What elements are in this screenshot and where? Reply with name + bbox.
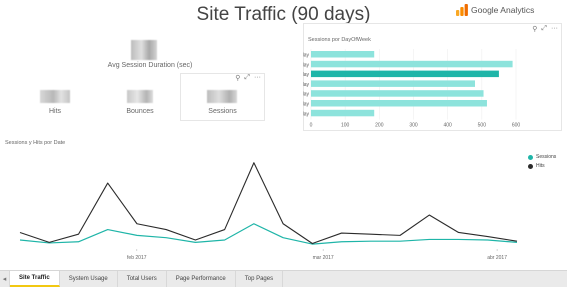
report-tab-bar: ◂ Site Traffic System Usage Total Users …: [0, 270, 567, 287]
bar-x-tick-label: 0: [310, 123, 313, 129]
bar-x-tick-label: 600: [512, 123, 521, 129]
bounces-label: Bounces: [126, 108, 154, 115]
tab-scroll-left-button[interactable]: ◂: [0, 271, 10, 287]
bar-x-tick-label: 200: [375, 123, 384, 129]
pin-icon[interactable]: ⚲: [235, 74, 240, 82]
line-series-hits: [19, 162, 518, 245]
tab-top-pages[interactable]: Top Pages: [236, 271, 284, 287]
bar-tuesday: [311, 70, 499, 78]
line-chart-legend: Sessions Hits: [528, 154, 556, 172]
sessions-value: [207, 90, 237, 103]
sessions-legend-marker: [528, 154, 533, 160]
x-tick-label: feb 2017: [127, 255, 147, 261]
bar-thursday: [311, 90, 484, 97]
avg-session-duration-value: [131, 40, 157, 60]
x-tick-label: abr 2017: [487, 255, 507, 261]
hits-value: [40, 90, 70, 103]
bar-category-label: Sunday: [303, 53, 309, 59]
brand-name: Google Analytics: [471, 4, 535, 15]
bar-category-label: Thursday: [303, 92, 309, 98]
legend-item-hits: Hits: [528, 163, 556, 169]
legend-item-sessions: Sessions: [528, 154, 556, 160]
expand-icon[interactable]: ⤢: [244, 74, 250, 82]
bounces-value: [127, 90, 153, 103]
bar-x-tick-label: 100: [341, 123, 350, 129]
sessions-label: Sessions: [208, 108, 237, 115]
tab-site-traffic[interactable]: Site Traffic: [10, 271, 60, 287]
legend-label-hits: Hits: [536, 163, 545, 169]
x-tick-label: mar 2017: [313, 255, 334, 261]
bar-x-tick-label: 300: [409, 123, 418, 129]
bar-friday: [311, 100, 487, 107]
bar-wednesday: [311, 80, 475, 87]
google-analytics-logo: Google Analytics: [456, 3, 534, 16]
hits-label: Hits: [48, 108, 62, 115]
bar-category-label: Tuesday: [303, 72, 309, 78]
legend-label-sessions: Sessions: [536, 154, 557, 160]
hits-legend-marker: [528, 163, 533, 169]
sessions-by-day-bar-chart: 0 100 200 300 400 500 600 Sunday Monday Tuesday We…: [303, 49, 521, 129]
avg-session-duration-label: Avg Session Duration (sec): [107, 62, 193, 69]
more-options-icon[interactable]: ···: [254, 74, 261, 82]
bar-sunday: [311, 51, 375, 58]
bar-category-label: Friday: [303, 102, 309, 108]
tab-total-users[interactable]: Total Users: [118, 271, 167, 287]
tab-page-performance[interactable]: Page Performance: [167, 271, 236, 287]
bar-x-tick-label: 500: [478, 123, 487, 129]
bar-saturday: [311, 109, 375, 117]
bar-category-label: Saturday: [303, 111, 309, 117]
google-analytics-icon: [456, 3, 468, 16]
bar-category-label: Wednesday: [303, 82, 309, 88]
bar-x-tick-label: 400: [443, 123, 452, 129]
line-series-sessions: [19, 223, 518, 245]
card-toolbar: ⚲ ⤢ ···: [235, 74, 261, 82]
tab-system-usage[interactable]: System Usage: [60, 271, 118, 287]
bar-category-label: Monday: [303, 62, 309, 68]
sessions-hits-line-chart: feb 2017 mar 2017 abr 2017: [19, 162, 518, 261]
bar-monday: [311, 60, 513, 68]
